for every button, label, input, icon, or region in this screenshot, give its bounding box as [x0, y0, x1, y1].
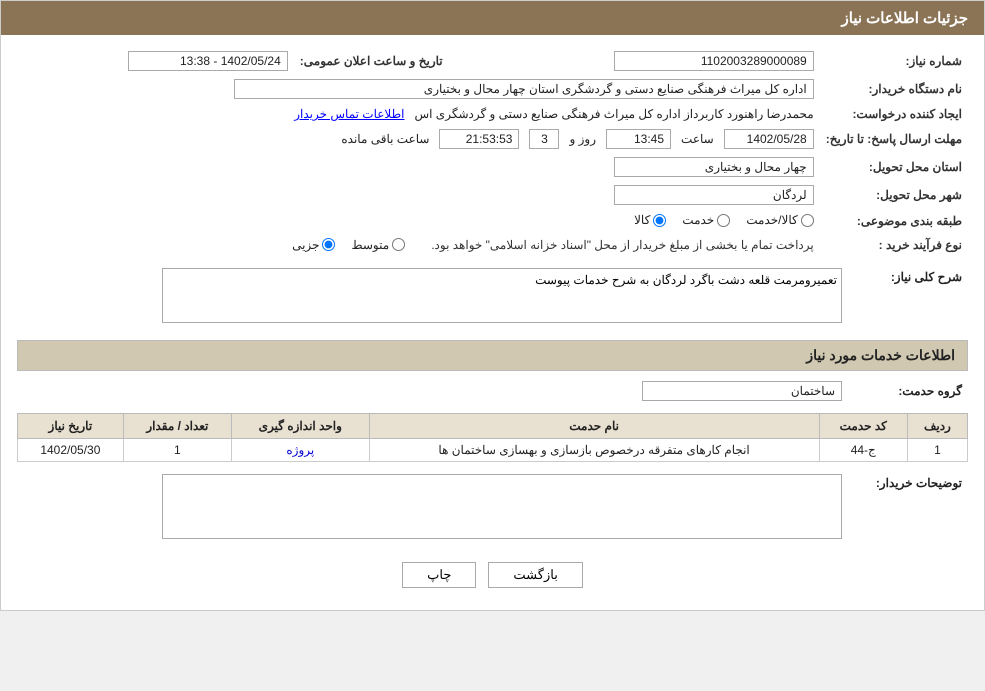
row-purchase-type: نوع فرآیند خرید : پرداخت تمام یا بخشی از… — [17, 234, 968, 256]
service-group-label: گروه حدمت: — [848, 377, 968, 405]
buyer-desc-table: توضیحات خریدار: — [17, 470, 968, 546]
date-value: 1402/05/24 - 13:38 — [17, 47, 294, 75]
date-label: تاریخ و ساعت اعلان عمومی: — [294, 47, 449, 75]
row-category: طبقه بندی موضوعی: کالا/خدمت خدمت — [17, 209, 968, 234]
radio-kala-input[interactable] — [653, 214, 666, 227]
row-buyer-desc: توضیحات خریدار: — [17, 470, 968, 546]
radio-jozyi-input[interactable] — [322, 238, 335, 251]
page-title: جزئیات اطلاعات نیاز — [842, 10, 969, 27]
row-creator: ایجاد کننده درخواست: محمدرضا راهنورد کار… — [17, 103, 968, 125]
col-date: تاریخ نیاز — [18, 413, 124, 438]
page-wrapper: جزئیات اطلاعات نیاز شماره نیاز: 11020032… — [0, 0, 985, 611]
row-service-group: گروه حدمت: ساختمان — [17, 377, 968, 405]
description-label: شرح کلی نیاز: — [848, 264, 968, 330]
creator-link[interactable]: اطلاعات تماس خریدار — [294, 107, 404, 121]
col-qty: تعداد / مقدار — [123, 413, 231, 438]
buyer-desc-textarea[interactable] — [162, 474, 842, 539]
radio-jozyi-label: جزیی — [292, 238, 319, 252]
city-box: لردگان — [614, 185, 814, 205]
province-box: چهار محال و بختیاری — [614, 157, 814, 177]
deadline-date-box: 1402/05/28 — [724, 129, 814, 149]
radio-jozyi: جزیی — [292, 238, 335, 252]
buyer-org-label: نام دستگاه خریدار: — [820, 75, 968, 103]
buyer-org-box: اداره کل میراث فرهنگی صنایع دستی و گردشگ… — [234, 79, 814, 99]
deadline-label: مهلت ارسال پاسخ: تا تاریخ: — [820, 125, 968, 153]
col-unit: واحد اندازه گیری — [232, 413, 369, 438]
cell-row: 1 — [907, 438, 967, 461]
cell-date: 1402/05/30 — [18, 438, 124, 461]
cell-name: انجام کارهای متفرقه درخصوص بازسازی و بهس… — [369, 438, 819, 461]
radio-kala-label: کالا — [634, 213, 650, 227]
print-button[interactable]: چاپ — [402, 562, 476, 588]
radio-motavasset-input[interactable] — [392, 238, 405, 251]
province-label: استان محل تحویل: — [820, 153, 968, 181]
radio-motavasset-label: متوسط — [351, 238, 389, 252]
radio-khedmat-label: خدمت — [682, 213, 714, 227]
date-box: 1402/05/24 - 13:38 — [128, 51, 288, 71]
row-city: شهر محل تحویل: لردگان — [17, 181, 968, 209]
need-number-box: 1102003289000089 — [614, 51, 814, 71]
radio-kala: کالا — [634, 213, 666, 227]
content-area: شماره نیاز: 1102003289000089 تاریخ و ساع… — [1, 35, 984, 610]
buyer-desc-label: توضیحات خریدار: — [848, 470, 968, 546]
description-table: شرح کلی نیاز: — [17, 264, 968, 330]
button-bar: بازگشت چاپ — [17, 562, 968, 588]
purchase-type-note: پرداخت تمام یا بخشی از مبلغ خریدار از مح… — [431, 238, 814, 252]
radio-khedmat-input[interactable] — [717, 214, 730, 227]
city-label: شهر محل تحویل: — [820, 181, 968, 209]
deadline-days-box: 3 — [529, 129, 559, 149]
col-row: ردیف — [907, 413, 967, 438]
service-group-box: ساختمان — [642, 381, 842, 401]
cell-code: ج-44 — [819, 438, 907, 461]
deadline-time-box: 13:45 — [606, 129, 671, 149]
need-number-value: 1102003289000089 — [479, 47, 820, 75]
deadline-time-label: ساعت — [681, 132, 714, 146]
creator-value: محمدرضا راهنورد کاربرداز اداره کل میراث … — [414, 107, 813, 121]
row-deadline: مهلت ارسال پاسخ: تا تاریخ: 1402/05/28 سا… — [17, 125, 968, 153]
creator-label: ایجاد کننده درخواست: — [820, 103, 968, 125]
services-header: اطلاعات خدمات مورد نیاز — [17, 340, 968, 371]
purchase-radio-group: پرداخت تمام یا بخشی از مبلغ خریدار از مح… — [292, 238, 814, 252]
deadline-days-label: روز و — [570, 132, 597, 146]
table-row: 1ج-44انجام کارهای متفرقه درخصوص بازسازی … — [18, 438, 968, 461]
radio-kala-khedmat-input[interactable] — [801, 214, 814, 227]
services-table: ردیف کد حدمت نام حدمت واحد اندازه گیری ت… — [17, 413, 968, 462]
cell-unit: پروژه — [232, 438, 369, 461]
radio-kala-khedmat: کالا/خدمت — [746, 213, 813, 227]
back-button[interactable]: بازگشت — [488, 562, 582, 588]
row-buyer-org: نام دستگاه خریدار: اداره کل میراث فرهنگی… — [17, 75, 968, 103]
purchase-type-label: نوع فرآیند خرید : — [820, 234, 968, 256]
service-group-table: گروه حدمت: ساختمان — [17, 377, 968, 405]
radio-kala-khedmat-label: کالا/خدمت — [746, 213, 797, 227]
deadline-remaining-box: 21:53:53 — [439, 129, 519, 149]
category-label: طبقه بندی موضوعی: — [820, 209, 968, 234]
col-name: نام حدمت — [369, 413, 819, 438]
services-table-header-row: ردیف کد حدمت نام حدمت واحد اندازه گیری ت… — [18, 413, 968, 438]
radio-khedmat: خدمت — [682, 213, 730, 227]
row-description: شرح کلی نیاز: — [17, 264, 968, 330]
description-textarea[interactable] — [162, 268, 842, 323]
row-need-number: شماره نیاز: 1102003289000089 تاریخ و ساع… — [17, 47, 968, 75]
radio-motavasset: متوسط — [351, 238, 405, 252]
category-radio-group: کالا/خدمت خدمت کالا — [634, 213, 814, 227]
need-number-label: شماره نیاز: — [820, 47, 968, 75]
cell-qty: 1 — [123, 438, 231, 461]
deadline-remaining-label: ساعت باقی مانده — [341, 132, 429, 146]
row-province: استان محل تحویل: چهار محال و بختیاری — [17, 153, 968, 181]
col-code: کد حدمت — [819, 413, 907, 438]
main-info-table: شماره نیاز: 1102003289000089 تاریخ و ساع… — [17, 47, 968, 256]
page-header: جزئیات اطلاعات نیاز — [1, 1, 984, 35]
